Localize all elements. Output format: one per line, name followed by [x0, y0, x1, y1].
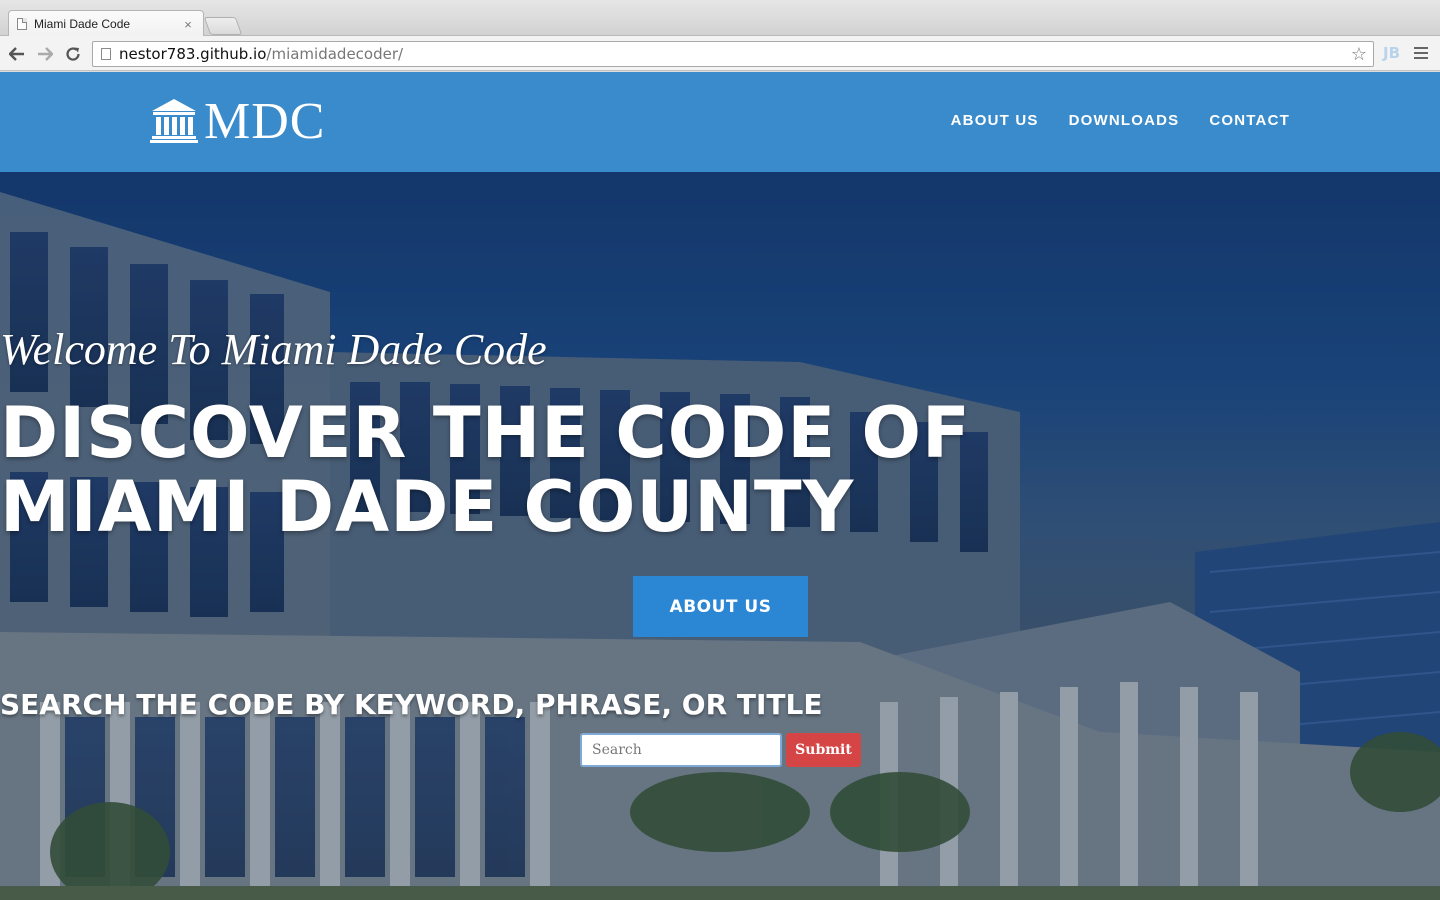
url-host: nestor783.github.io [119, 45, 267, 63]
tab-title: Miami Dade Code [34, 17, 131, 31]
browser-toolbar: nestor783.github.io/miamidadecoder/ ☆ JB [0, 36, 1440, 71]
address-bar[interactable]: nestor783.github.io/miamidadecoder/ ☆ [92, 41, 1374, 67]
main-nav: ABOUT US DOWNLOADS CONTACT [951, 112, 1290, 129]
browser-tab[interactable]: Miami Dade Code × [8, 10, 204, 37]
url-path: /miamidadecoder/ [266, 45, 404, 63]
nav-contact[interactable]: CONTACT [1209, 112, 1290, 129]
extension-icon[interactable]: JB [1383, 44, 1400, 62]
search-form: Submit [580, 733, 861, 767]
nav-about-us[interactable]: ABOUT US [951, 112, 1039, 129]
logo-text: MDC [204, 93, 326, 150]
search-input[interactable] [580, 733, 782, 767]
star-icon[interactable]: ☆ [1351, 44, 1367, 65]
search-heading: SEARCH THE CODE BY KEYWORD, PHRASE, OR T… [0, 688, 823, 721]
about-us-button[interactable]: ABOUT US [633, 576, 808, 637]
headline-line-2: MIAMI DADE COUNTY [0, 466, 855, 548]
hamburger-menu-icon[interactable] [1414, 47, 1428, 59]
page-icon [17, 18, 27, 30]
courthouse-icon [150, 97, 198, 148]
browser-tabstrip: Miami Dade Code × [0, 0, 1440, 37]
welcome-heading: Welcome To Miami Dade Code [0, 325, 547, 374]
hero-section: Welcome To Miami Dade Code DISCOVER THE … [0, 172, 1440, 900]
site-logo[interactable]: MDC [150, 96, 325, 148]
new-tab-button[interactable] [203, 17, 243, 35]
nav-downloads[interactable]: DOWNLOADS [1069, 112, 1180, 129]
page-icon [101, 48, 111, 60]
hero-headline: DISCOVER THE CODE OF MIAMI DADE COUNTY [0, 396, 1440, 544]
headline-line-1: DISCOVER THE CODE OF [0, 392, 971, 474]
reload-icon[interactable] [62, 43, 84, 65]
tab-close-icon[interactable]: × [181, 17, 195, 32]
submit-button[interactable]: Submit [786, 733, 861, 767]
back-arrow-icon[interactable] [6, 43, 28, 65]
forward-arrow-icon[interactable] [34, 43, 56, 65]
